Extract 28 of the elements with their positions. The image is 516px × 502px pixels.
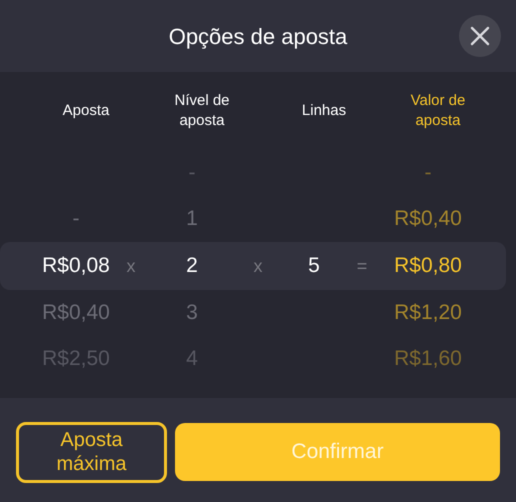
option-row[interactable]: - 1 R$0,40 (0, 196, 506, 242)
dialog-title: Opções de aposta (168, 22, 348, 51)
bet-level: 2 (185, 253, 199, 280)
operator-sign: x (126, 254, 136, 278)
close-icon (470, 26, 490, 46)
close-button[interactable] (459, 15, 501, 57)
option-row[interactable]: R$0,40 3 R$1,20 (0, 290, 506, 336)
bet-value: R$0,80 (393, 253, 463, 280)
option-row[interactable]: - - (0, 150, 506, 196)
bet-amount: - (72, 206, 80, 232)
operator-sign: x (252, 254, 264, 278)
bet-value: R$0,40 (393, 206, 463, 232)
bet-amount: R$0,40 (41, 300, 111, 326)
bet-level: 1 (185, 206, 199, 232)
bet-amount: R$0,08 (41, 253, 111, 280)
selected-row[interactable]: R$0,08 x 2 x 5 = R$0,80 (0, 242, 506, 290)
bet-value: R$1,60 (393, 346, 463, 372)
max-bet-button[interactable]: Aposta máxima (16, 422, 167, 482)
column-header: Valor de aposta (410, 91, 466, 131)
operator-sign: = (356, 254, 368, 278)
bet-value: - (424, 160, 432, 186)
column-header: Aposta (62, 101, 110, 121)
bet-level: - (188, 160, 196, 186)
lines-count: 5 (307, 253, 321, 280)
bet-value: R$1,20 (393, 300, 463, 326)
bet-level: 3 (185, 300, 199, 326)
column-header: Linhas (300, 101, 348, 121)
column-header: Nível de aposta (173, 91, 231, 131)
